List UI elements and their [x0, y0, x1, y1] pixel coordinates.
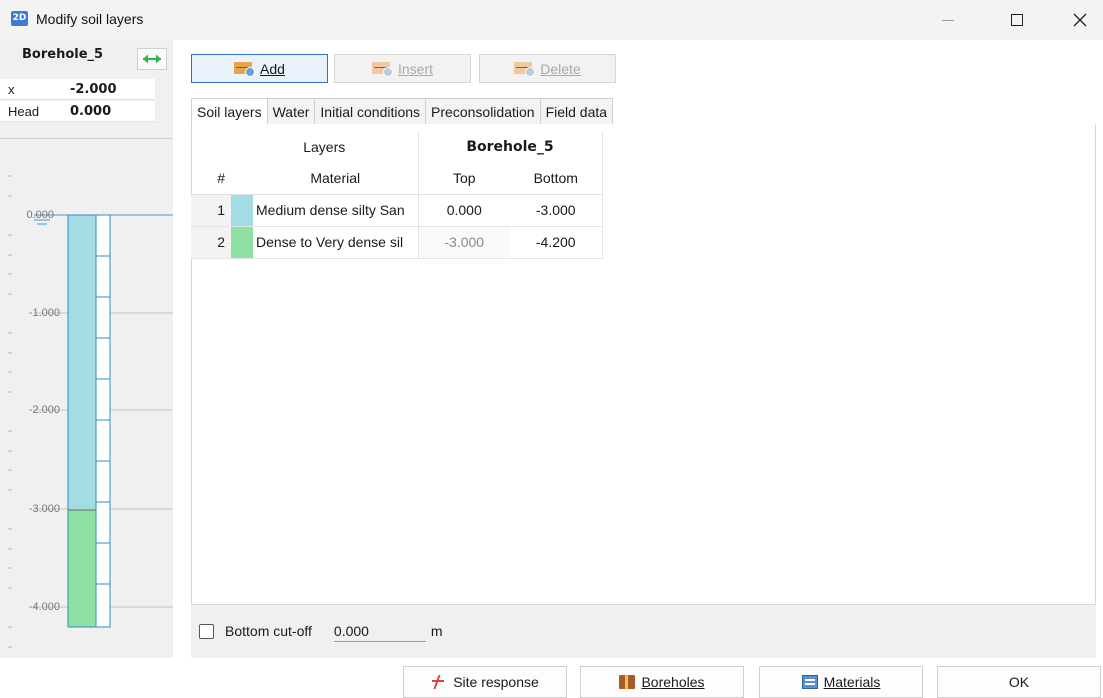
- table-row[interactable]: 2 Dense to Very dense sil -3.000 -4.200: [191, 226, 603, 259]
- insert-layer-icon: [371, 61, 394, 77]
- row-number: 1: [191, 194, 231, 227]
- table-row[interactable]: 1 Medium dense silty San 0.000 -3.000: [191, 194, 603, 227]
- bottom-cutoff-input[interactable]: 0.000: [333, 620, 426, 642]
- site-response-button[interactable]: Site response: [403, 666, 567, 698]
- table-group-header: Layers Borehole_5: [191, 131, 603, 163]
- boreholes-icon: [619, 675, 636, 689]
- top-cell[interactable]: 0.000: [418, 194, 510, 227]
- insert-label: Insert: [397, 60, 433, 77]
- window-title: Modify soil layers: [36, 11, 144, 27]
- borehole-panel: Borehole_5 x -2.000 Head 0.000 0.000 -1.…: [0, 40, 173, 658]
- insert-layer-button[interactable]: Insert: [334, 54, 471, 83]
- col-header-num: #: [191, 163, 231, 195]
- boreholes-button[interactable]: Boreholes: [580, 666, 744, 698]
- ok-label: OK: [1008, 674, 1030, 690]
- close-button[interactable]: [1057, 0, 1103, 40]
- close-icon: [1073, 13, 1087, 27]
- depth-label: -2.000: [29, 404, 60, 416]
- layer-color-swatch: [231, 194, 253, 227]
- col-header-material: Material: [253, 163, 419, 195]
- tab-soil-layers[interactable]: Soil layers: [191, 98, 268, 125]
- row-number: 2: [191, 226, 231, 259]
- tab-water[interactable]: Water: [267, 98, 316, 125]
- material-cell[interactable]: Medium dense silty San: [253, 194, 419, 227]
- minimize-button[interactable]: [925, 0, 971, 40]
- add-layer-icon: [234, 61, 256, 77]
- bottom-cutoff-checkbox[interactable]: [199, 623, 214, 639]
- app-icon: 2D: [11, 11, 28, 26]
- tab-bar: Soil layers Water Initial conditions Pre…: [191, 98, 614, 125]
- delete-label: Delete: [540, 60, 581, 77]
- bottom-cutoff-unit: m: [430, 623, 443, 639]
- maximize-button[interactable]: [994, 0, 1040, 40]
- bottom-cutoff-label: Bottom cut-off: [225, 623, 312, 639]
- minimize-icon: [942, 19, 954, 21]
- bottom-cell[interactable]: -4.200: [510, 226, 603, 259]
- delete-layer-icon: [514, 61, 536, 77]
- ok-button[interactable]: OK: [937, 666, 1101, 698]
- layer-color-swatch: [231, 226, 253, 259]
- materials-button[interactable]: Materials: [759, 666, 923, 698]
- layers-group-header: Layers: [231, 131, 419, 163]
- delete-layer-button[interactable]: Delete: [479, 54, 616, 83]
- maximize-icon: [1011, 14, 1023, 26]
- depth-label: 0.000: [26, 209, 54, 221]
- top-cell: -3.000: [418, 226, 510, 259]
- depth-label: -3.000: [29, 503, 60, 515]
- add-layer-button[interactable]: Add: [191, 54, 328, 83]
- materials-label: Materials: [823, 674, 881, 690]
- table-column-header: # Material Top Bottom: [191, 163, 603, 195]
- borehole-group-header: Borehole_5: [418, 131, 603, 163]
- depth-label: -4.000: [29, 601, 60, 613]
- add-label: Add: [260, 60, 285, 77]
- title-bar: 2D Modify soil layers: [0, 0, 1103, 40]
- material-cell[interactable]: Dense to Very dense sil: [253, 226, 419, 259]
- borehole-column: 0.000 -1.000 -2.000 -3.000 -4.000: [8, 175, 173, 648]
- col-header-bottom: Bottom: [510, 163, 603, 195]
- boreholes-label: Boreholes: [641, 674, 705, 690]
- bottom-cell[interactable]: -3.000: [510, 194, 603, 227]
- tab-field-data[interactable]: Field data: [540, 98, 614, 125]
- tab-initial-conditions[interactable]: Initial conditions: [315, 98, 427, 125]
- site-response-label: Site response: [453, 674, 539, 690]
- col-header-top: Top: [418, 163, 510, 195]
- bottom-cutoff-group: Bottom cut-off 0.000 m: [199, 620, 443, 642]
- depth-label: -1.000: [29, 307, 60, 319]
- tab-preconsolidation[interactable]: Preconsolidation: [426, 98, 541, 125]
- materials-icon: [801, 675, 818, 689]
- site-response-icon: [431, 675, 447, 689]
- soil-layers-table: Layers Borehole_5 # Material Top Bottom …: [191, 131, 603, 259]
